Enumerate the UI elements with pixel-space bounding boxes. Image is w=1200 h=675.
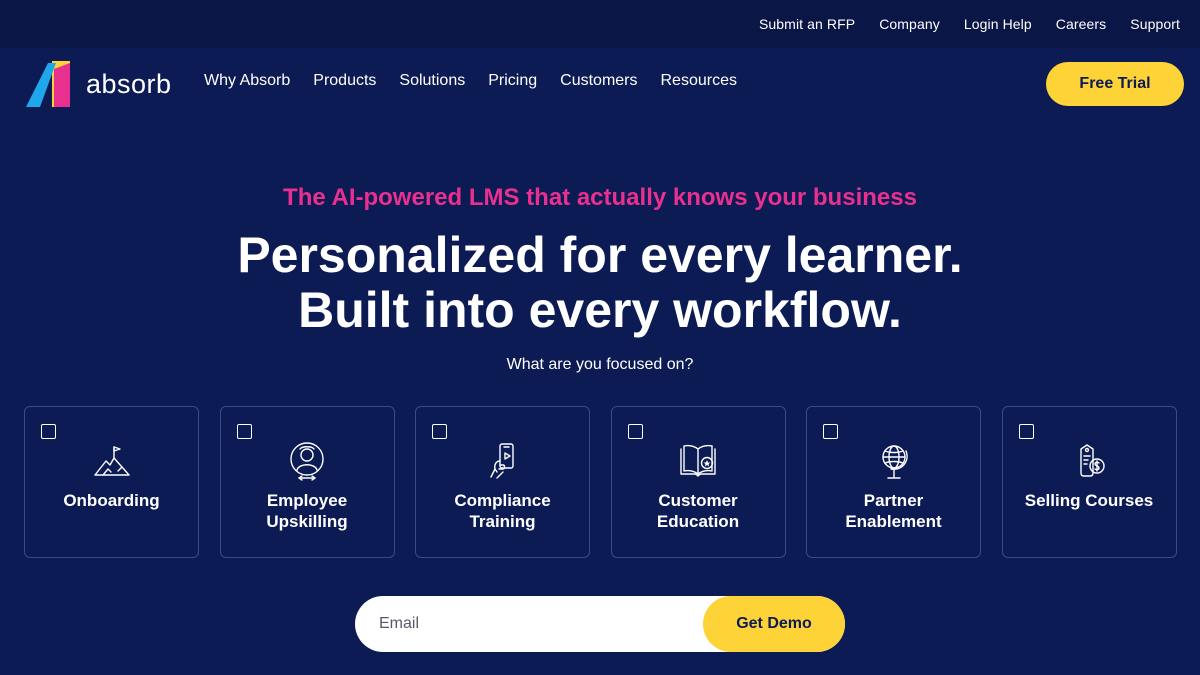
label-line-2: Upskilling (266, 512, 348, 531)
nav-pricing[interactable]: Pricing (488, 72, 537, 90)
hero-kicker: The AI-powered LMS that actually knows y… (283, 184, 917, 211)
utility-link-careers[interactable]: Careers (1056, 16, 1107, 32)
focus-card-customer-education[interactable]: Customer Education (610, 406, 786, 558)
email-input[interactable] (355, 596, 715, 652)
focus-card-label: Partner Enablement (813, 490, 974, 532)
selling-courses-checkbox[interactable] (1018, 424, 1034, 439)
focus-card-employee-upskilling[interactable]: Employee Upskilling (219, 406, 395, 558)
label-line-1: Compliance (454, 491, 551, 510)
focus-card-partner-enablement[interactable]: Partner Enablement (806, 406, 981, 558)
focus-cards: Onboarding Employee Upskilling Complianc… (24, 406, 1177, 558)
hero-headline: Personalized for every learner. Built in… (0, 228, 1200, 338)
focus-card-label: Selling Courses (1009, 490, 1170, 511)
mountain-flag-icon (92, 441, 132, 481)
globe-icon (874, 441, 914, 481)
label-line-1: Onboarding (63, 491, 160, 510)
primary-nav: Why Absorb Products Solutions Pricing Cu… (204, 72, 737, 90)
absorb-logo-icon (26, 61, 70, 107)
focus-card-compliance-training[interactable]: Compliance Training (415, 406, 590, 558)
label-line-1: Employee (266, 491, 348, 510)
onboarding-checkbox[interactable] (41, 424, 56, 439)
customer-education-checkbox[interactable] (627, 424, 643, 439)
demo-email-form: Get Demo (355, 596, 845, 652)
utility-link-company[interactable]: Company (879, 16, 940, 32)
nav-products[interactable]: Products (313, 72, 376, 90)
headline-line-2: Built into every workflow. (298, 282, 902, 338)
utility-link-login-help[interactable]: Login Help (964, 16, 1032, 32)
nav-why-absorb[interactable]: Why Absorb (204, 72, 290, 90)
person-growth-icon (287, 441, 327, 481)
focus-question: What are you focused on? (506, 356, 694, 373)
utility-bar: Submit an RFP Company Login Help Careers… (0, 0, 1200, 48)
focus-card-selling-courses[interactable]: Selling Courses (1001, 406, 1177, 558)
compliance-training-checkbox[interactable] (432, 424, 447, 439)
logo[interactable]: absorb (26, 61, 172, 107)
nav-resources[interactable]: Resources (661, 72, 737, 90)
get-demo-button[interactable]: Get Demo (703, 596, 845, 652)
nav-solutions[interactable]: Solutions (399, 72, 465, 90)
partner-enablement-checkbox[interactable] (823, 424, 838, 439)
focus-card-label: Compliance Training (422, 490, 583, 532)
label-line-2: Education (656, 512, 740, 531)
employee-upskilling-checkbox[interactable] (236, 424, 252, 439)
focus-card-onboarding[interactable]: Onboarding (24, 406, 199, 558)
mobile-hand-icon (483, 441, 523, 481)
label-line-1: Selling Courses (1024, 491, 1154, 510)
free-trial-button[interactable]: Free Trial (1046, 62, 1184, 106)
nav-customers[interactable]: Customers (560, 72, 637, 90)
focus-card-label: Onboarding (31, 490, 192, 511)
utility-link-submit-rfp[interactable]: Submit an RFP (759, 16, 855, 32)
label-line-2: Training (469, 512, 536, 531)
label-line-2: Enablement (845, 512, 942, 531)
book-badge-icon (678, 441, 718, 481)
utility-link-support[interactable]: Support (1130, 16, 1180, 32)
focus-card-label: Employee Upskilling (227, 490, 388, 532)
label-line-1: Partner (863, 491, 924, 510)
headline-line-1: Personalized for every learner. (237, 227, 963, 283)
price-tag-icon (1069, 441, 1109, 481)
label-line-1: Customer (658, 491, 738, 510)
logo-text: absorb (86, 68, 172, 99)
main-nav: absorb Why Absorb Products Solutions Pri… (0, 48, 1200, 120)
focus-card-label: Customer Education (618, 490, 779, 532)
